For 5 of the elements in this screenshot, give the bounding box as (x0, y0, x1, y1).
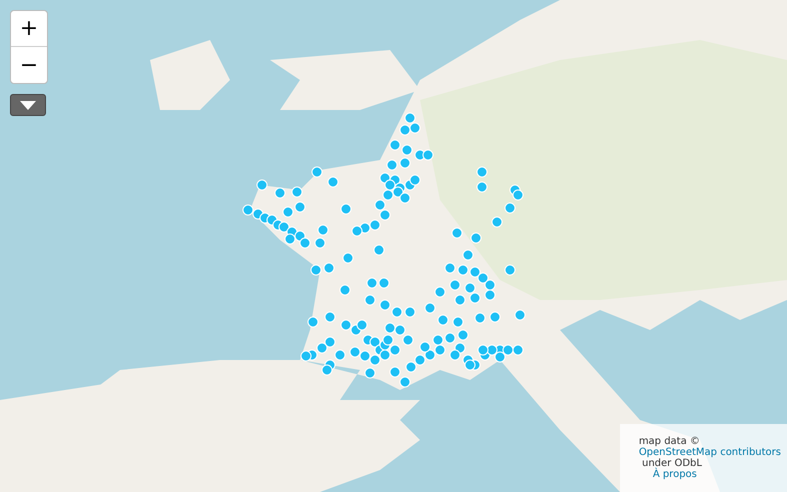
about-link[interactable]: À propos (652, 469, 697, 480)
license-text: under ODbL (642, 458, 702, 469)
zoom-in-button[interactable]: + (11, 11, 47, 47)
openstreetmap-link[interactable]: OpenStreetMap contributors (638, 447, 781, 458)
attribution-text: map data © (638, 436, 701, 447)
